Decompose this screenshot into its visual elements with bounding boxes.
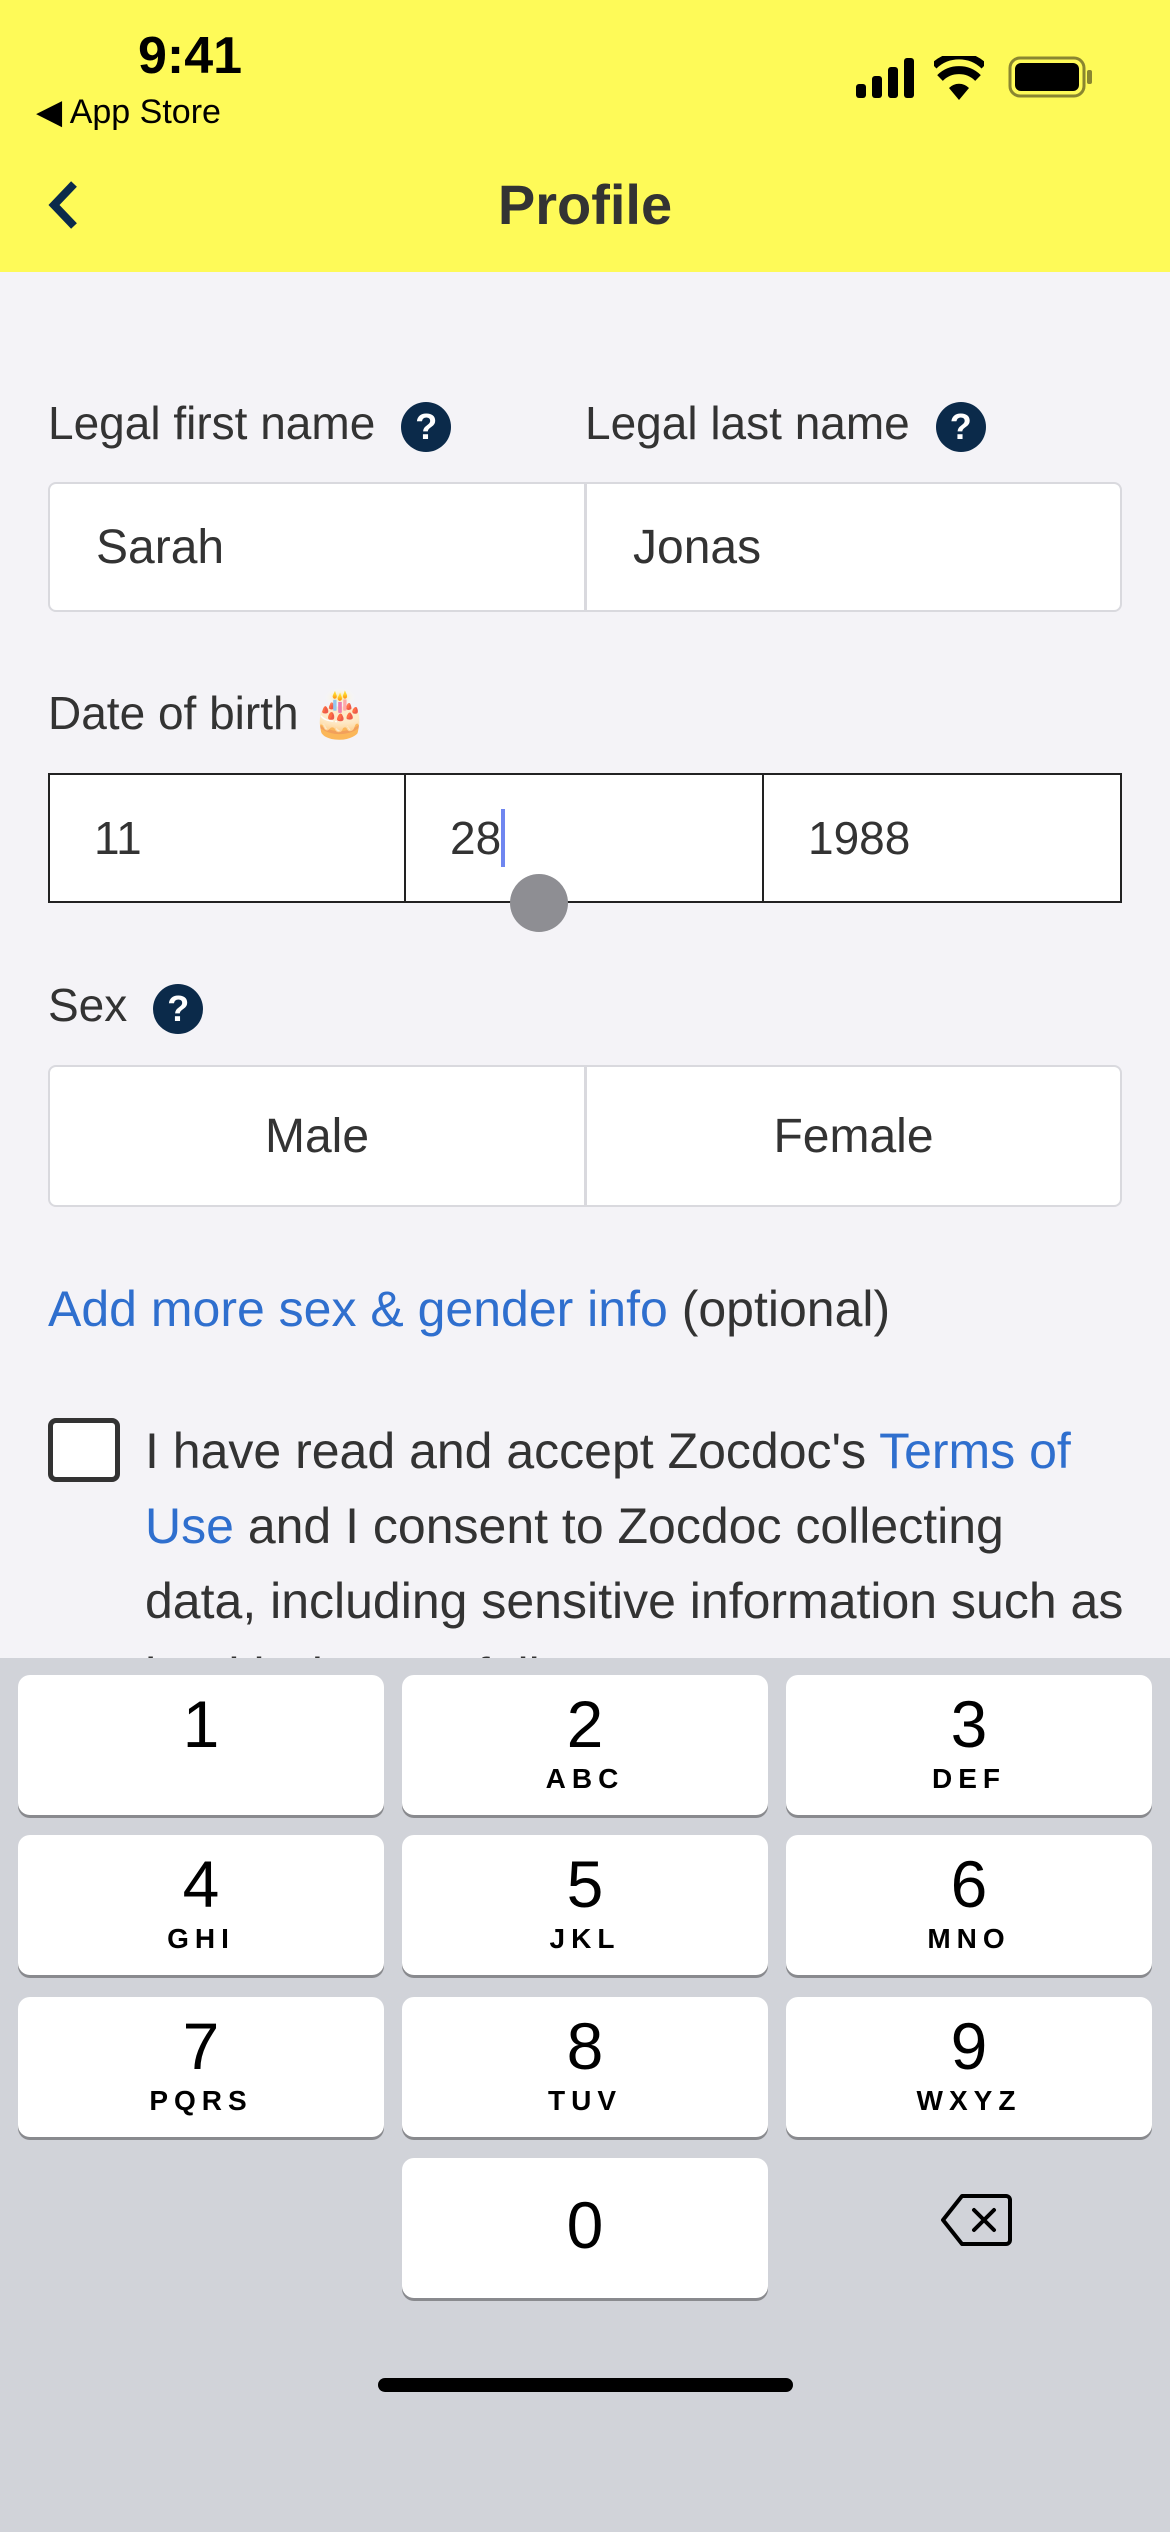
help-icon[interactable]: ? xyxy=(153,983,204,1034)
cursor-drag-handle[interactable] xyxy=(510,874,568,932)
dob-month-input[interactable]: 11 xyxy=(48,773,406,903)
key-8[interactable]: 8 TUV xyxy=(402,1997,768,2137)
key-letters: MNO xyxy=(927,1923,1011,1954)
key-2[interactable]: 2 ABC xyxy=(402,1675,768,1815)
first-name-label-text: Legal first name xyxy=(48,397,376,449)
key-7[interactable]: 7 PQRS xyxy=(18,1997,384,2137)
add-gender-info-link[interactable]: Add more sex & gender info xyxy=(48,1281,668,1337)
first-name-input[interactable]: Sarah xyxy=(48,482,586,612)
key-digit: 4 xyxy=(182,1847,220,1921)
optional-text: (optional) xyxy=(681,1281,891,1337)
help-icon[interactable]: ? xyxy=(935,401,986,452)
key-digit: 7 xyxy=(182,2009,220,2083)
key-3[interactable]: 3 DEF xyxy=(786,1675,1152,1815)
key-digit: 9 xyxy=(950,2009,988,2083)
numeric-keyboard: 1 2 ABC 3 DEF 4 GHI 5 JKL 6 MNO 7 PQRS 8 TUV 9 WXYZ 0 xyxy=(0,1658,1170,2532)
battery-icon xyxy=(1008,56,1092,98)
key-letters: PQRS xyxy=(149,2085,253,2116)
dob-label-text: Date of birth xyxy=(48,687,299,739)
sex-female-button[interactable]: Female xyxy=(585,1065,1122,1207)
last-name-input[interactable]: Jonas xyxy=(585,482,1122,612)
birthday-cake-icon: 🎂 xyxy=(311,687,369,739)
key-5[interactable]: 5 JKL xyxy=(402,1835,768,1975)
key-letters: WXYZ xyxy=(916,2085,1022,2116)
status-time: 9:41 xyxy=(138,27,243,85)
last-name-label-text: Legal last name xyxy=(585,397,910,449)
key-digit: 2 xyxy=(566,1687,604,1761)
help-icon[interactable]: ? xyxy=(401,401,452,452)
consent-pre: I have read and accept Zocdoc's xyxy=(145,1423,880,1479)
signal-icon xyxy=(856,58,914,98)
key-digit: 0 xyxy=(566,2188,604,2262)
dob-label: Date of birth 🎂 xyxy=(48,686,369,741)
key-1[interactable]: 1 xyxy=(18,1675,384,1815)
key-digit: 5 xyxy=(566,1847,604,1921)
key-digit: 1 xyxy=(182,1687,220,1761)
key-4[interactable]: 4 GHI xyxy=(18,1835,384,1975)
key-letters: TUV xyxy=(548,2085,622,2116)
dob-day-value: 28 xyxy=(450,812,502,864)
key-digit: 3 xyxy=(950,1687,988,1761)
key-letters: ABC xyxy=(545,1763,625,1794)
page-title: Profile xyxy=(497,173,673,236)
key-letters: GHI xyxy=(167,1923,235,1954)
key-digit: 6 xyxy=(950,1847,988,1921)
home-indicator[interactable] xyxy=(378,2378,793,2392)
first-name-label: Legal first name? xyxy=(48,396,452,452)
back-app-label: App Store xyxy=(69,93,221,131)
last-name-label: Legal last name? xyxy=(585,396,986,452)
dob-year-input[interactable]: 1988 xyxy=(762,773,1122,903)
terms-checkbox[interactable] xyxy=(48,1418,120,1482)
wifi-icon xyxy=(934,56,984,100)
backspace-icon[interactable] xyxy=(940,2192,1012,2248)
back-to-app-store[interactable]: ◀ App Store xyxy=(36,92,221,132)
sex-label: Sex? xyxy=(48,978,204,1034)
key-0[interactable]: 0 xyxy=(402,2158,768,2298)
key-6[interactable]: 6 MNO xyxy=(786,1835,1152,1975)
sex-label-text: Sex xyxy=(48,979,128,1031)
text-cursor xyxy=(501,809,506,867)
key-letters: DEF xyxy=(932,1763,1006,1794)
sex-male-button[interactable]: Male xyxy=(48,1065,586,1207)
key-digit: 8 xyxy=(566,2009,604,2083)
nav-header: 9:41 ◀ App Store Profile xyxy=(0,0,1170,272)
key-9[interactable]: 9 WXYZ xyxy=(786,1997,1152,2137)
dob-day-input[interactable]: 28 xyxy=(404,773,764,903)
gender-info-row: Add more sex & gender info (optional) xyxy=(48,1280,890,1338)
key-letters: JKL xyxy=(549,1923,621,1954)
